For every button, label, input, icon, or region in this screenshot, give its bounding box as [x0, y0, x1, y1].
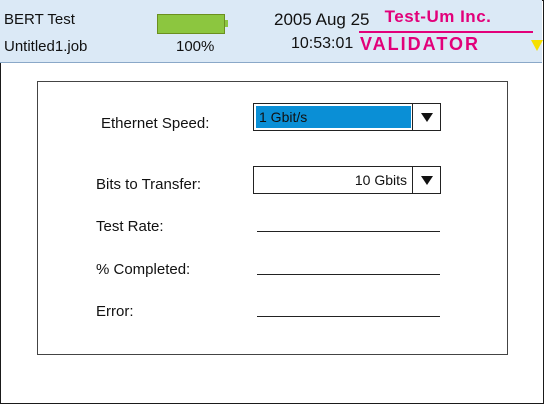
brand-underline — [359, 31, 533, 33]
status-header: BERT Test Untitled1.job 100% 2005 Aug 25… — [0, 0, 543, 63]
bits-to-transfer-dropdown-button[interactable] — [412, 167, 440, 193]
error-label: Error: — [96, 303, 134, 320]
percent-completed-value-line — [257, 274, 440, 275]
battery-tip — [225, 20, 228, 27]
error-value-line — [257, 316, 440, 317]
time-display: 10:53:01 — [291, 35, 354, 52]
date-display: 2005 Aug 25 — [274, 10, 370, 29]
chevron-down-icon — [420, 112, 433, 122]
bits-to-transfer-select[interactable]: 10 Gbits — [253, 166, 441, 194]
battery-percent: 100% — [176, 38, 215, 55]
product-logo: VALIDATOR — [360, 34, 480, 54]
logo-arrow-icon — [531, 40, 543, 51]
ethernet-speed-select[interactable]: 1 Gbit/s — [253, 103, 441, 131]
battery-level-fill — [158, 15, 224, 33]
ethernet-speed-label: Ethernet Speed: — [101, 115, 210, 132]
job-filename: Untitled1.job — [4, 38, 88, 55]
battery-icon — [157, 14, 225, 34]
ethernet-speed-dropdown-button[interactable] — [412, 104, 440, 130]
test-rate-value-line — [257, 231, 440, 232]
test-rate-label: Test Rate: — [96, 218, 164, 235]
percent-completed-label: % Completed: — [96, 261, 191, 278]
chevron-down-icon — [420, 175, 433, 185]
bits-to-transfer-value: 10 Gbits — [354, 172, 407, 188]
app-title: BERT Test — [4, 11, 75, 28]
bits-to-transfer-label: Bits to Transfer: — [96, 176, 202, 193]
brand-name: Test-Um Inc. — [384, 7, 492, 26]
ethernet-speed-value: 1 Gbit/s — [256, 106, 411, 128]
